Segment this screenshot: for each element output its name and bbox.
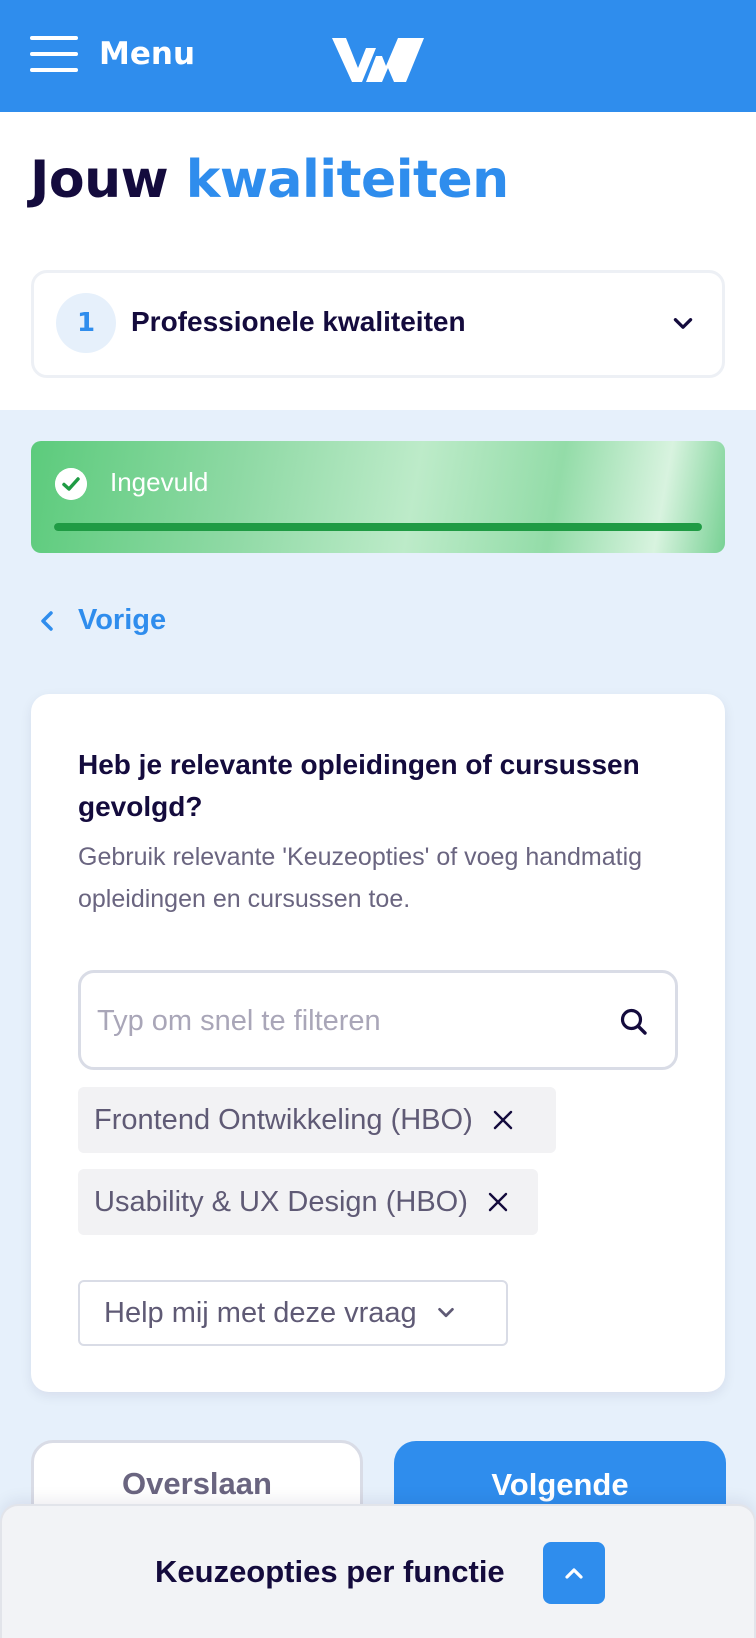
- close-icon[interactable]: [491, 1108, 515, 1132]
- bottom-sheet-toggle-button[interactable]: [543, 1542, 605, 1604]
- chip-label: Usability & UX Design (HBO): [94, 1185, 468, 1218]
- brand-logo[interactable]: [330, 34, 426, 84]
- progress-bar-fill: [54, 523, 702, 531]
- page-title-part1: Jouw: [30, 150, 169, 210]
- step-number-badge: 1: [56, 293, 116, 353]
- check-circle-icon: [55, 468, 87, 500]
- status-banner: Ingevuld: [31, 441, 725, 553]
- menu-button[interactable]: Menu: [30, 34, 195, 74]
- help-dropdown-button[interactable]: Help mij met deze vraag: [78, 1280, 508, 1346]
- step-selector[interactable]: 1 Professionele kwaliteiten: [31, 270, 725, 378]
- close-icon[interactable]: [486, 1190, 510, 1214]
- top-navigation-bar: Menu: [0, 0, 756, 112]
- top-section: Jouw kwaliteiten 1 Professionele kwalite…: [0, 112, 756, 410]
- question-card: Heb je relevante opleidingen of cursusse…: [31, 694, 725, 1392]
- page-title-part2: kwaliteiten: [185, 150, 509, 210]
- chevron-up-icon: [565, 1568, 583, 1579]
- status-label: Ingevuld: [110, 467, 209, 497]
- chip-label: Frontend Ontwikkeling (HBO): [94, 1103, 473, 1136]
- selected-chip: Usability & UX Design (HBO): [78, 1169, 538, 1235]
- hamburger-icon: [30, 36, 78, 72]
- skip-label: Overslaan: [122, 1466, 272, 1501]
- next-label: Volgende: [491, 1467, 629, 1502]
- selected-chip: Frontend Ontwikkeling (HBO): [78, 1087, 556, 1153]
- chevron-left-icon: [41, 610, 53, 631]
- search-input[interactable]: [97, 1001, 597, 1041]
- menu-label: Menu: [99, 36, 196, 72]
- question-description: Gebruik relevante 'Keuzeopties' of voeg …: [78, 843, 643, 913]
- chevron-down-icon: [673, 318, 693, 329]
- search-field: [78, 970, 678, 1070]
- search-icon[interactable]: [619, 1007, 649, 1037]
- page-title: Jouw kwaliteiten: [30, 150, 509, 210]
- back-label: Vorige: [78, 604, 167, 636]
- bottom-sheet-label: Keuzeopties per functie: [155, 1554, 505, 1589]
- back-link[interactable]: Vorige: [36, 604, 166, 637]
- help-label: Help mij met deze vraag: [104, 1296, 417, 1329]
- bottom-sheet: Keuzeopties per functie: [0, 1504, 756, 1638]
- chevron-down-icon: [437, 1307, 454, 1318]
- step-label: Professionele kwaliteiten: [131, 306, 466, 337]
- progress-bar: [54, 523, 702, 531]
- question-title: Heb je relevante opleidingen of cursusse…: [78, 749, 640, 822]
